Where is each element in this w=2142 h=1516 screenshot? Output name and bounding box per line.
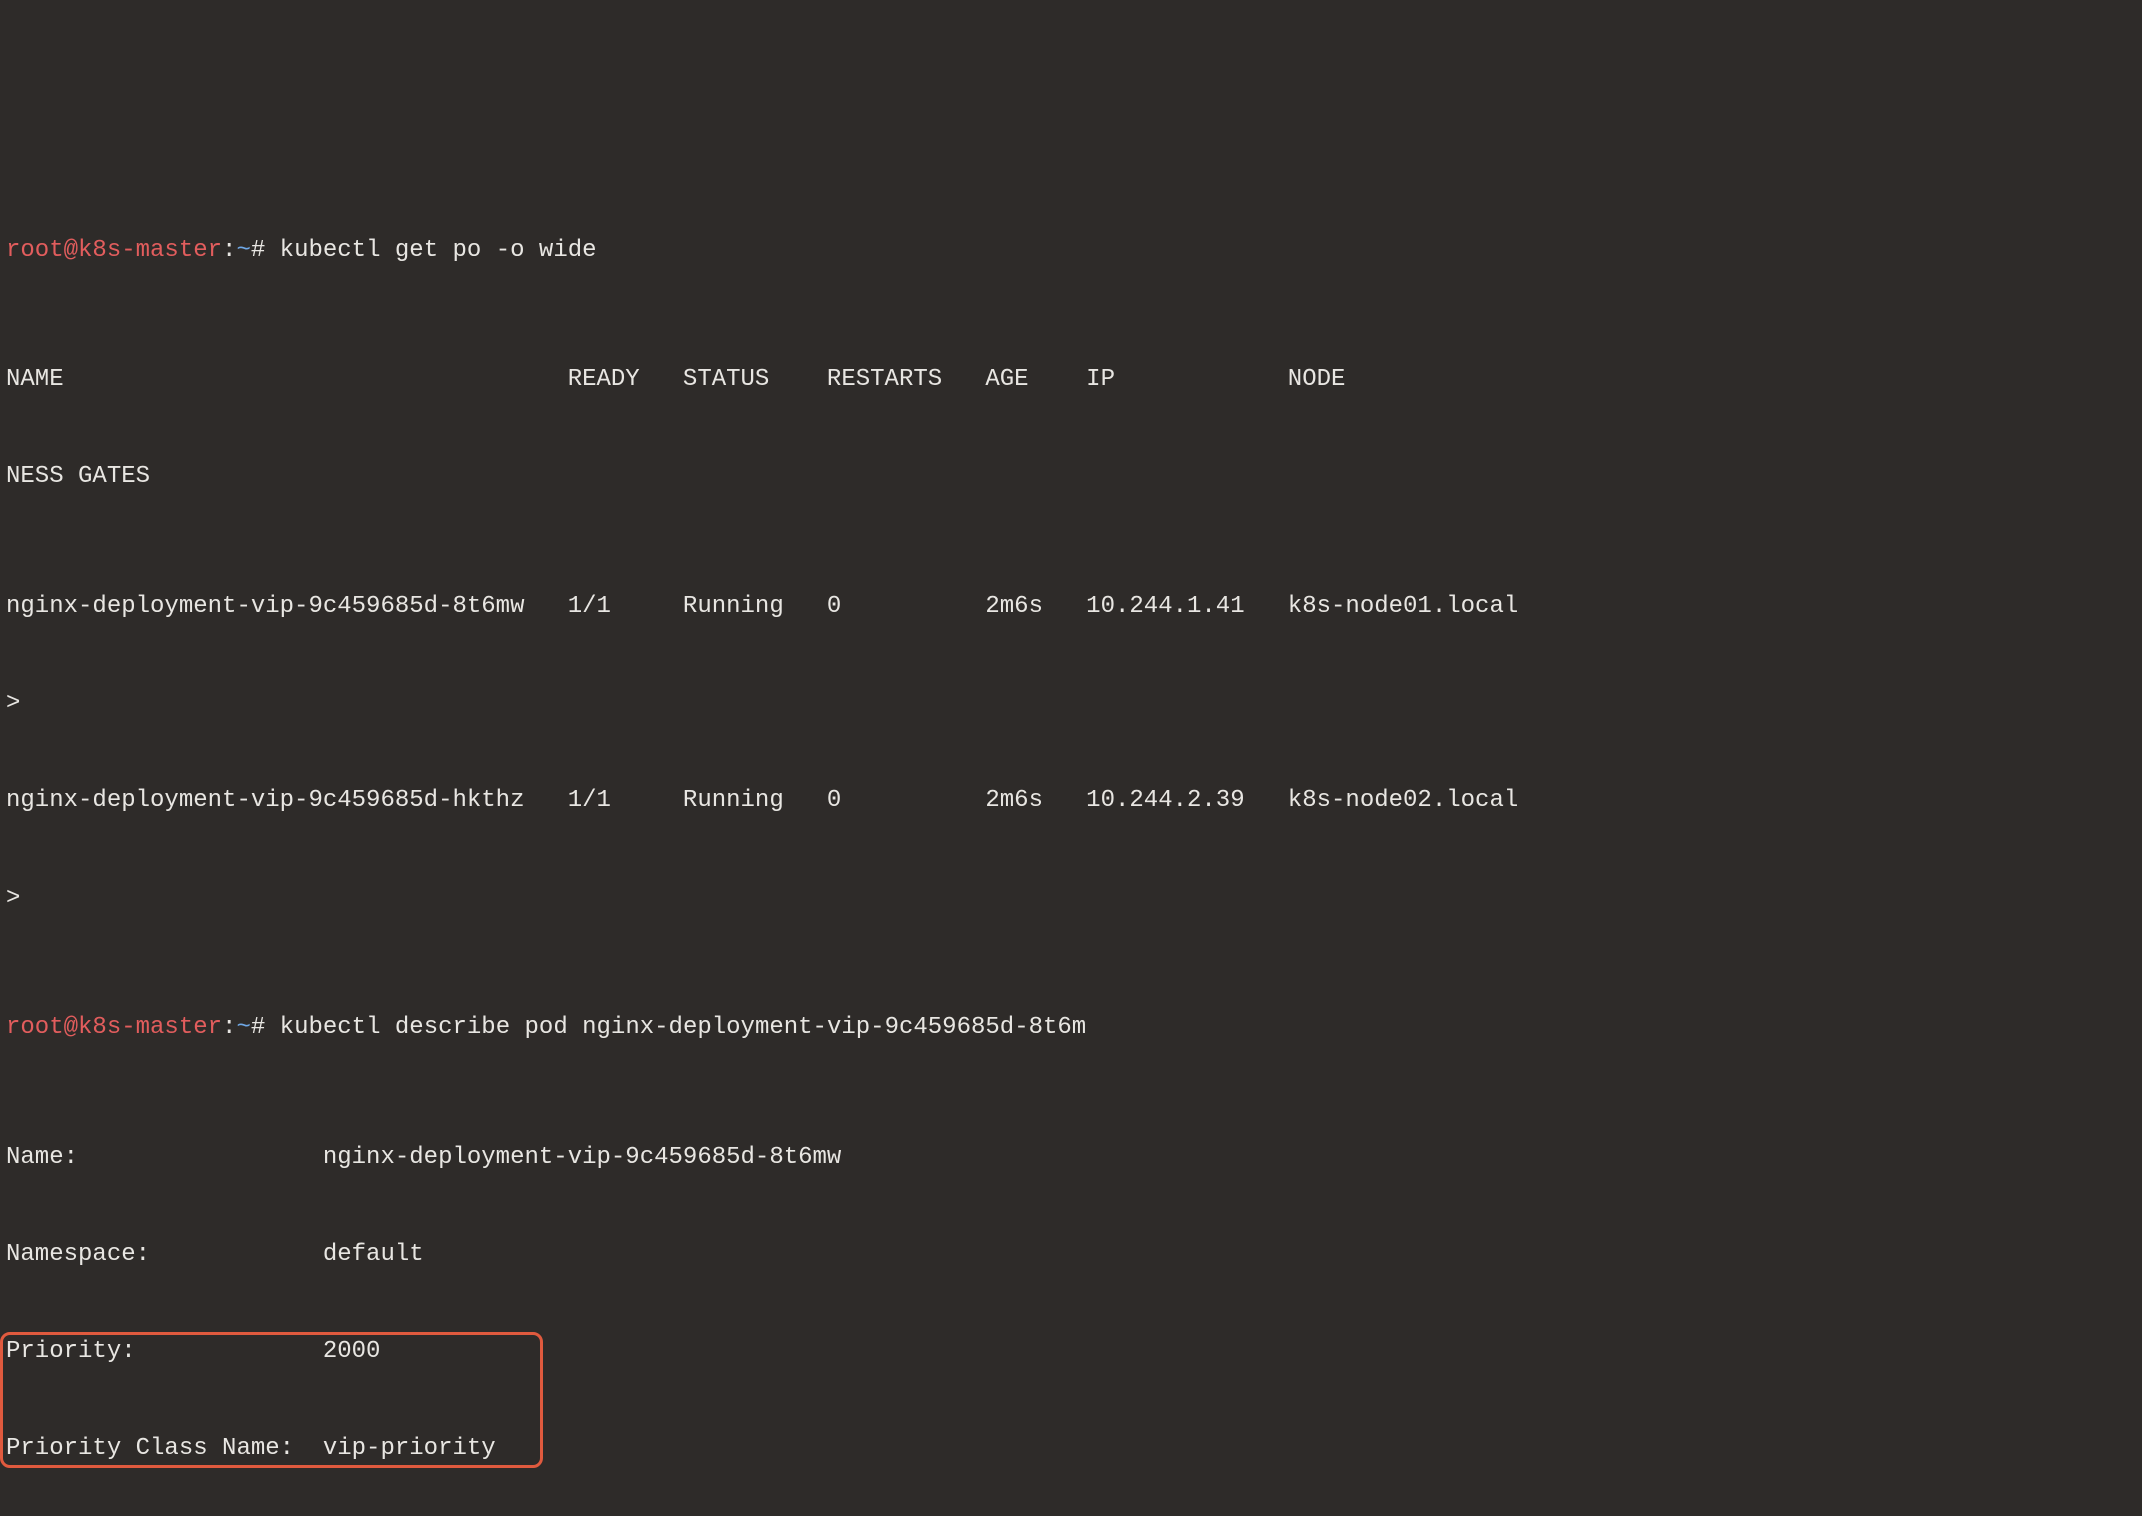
command-text: kubectl get po -o wide xyxy=(280,237,597,264)
prompt-path: ~ xyxy=(236,237,250,264)
command-text: kubectl describe pod nginx-deployment-vi… xyxy=(280,1014,1087,1041)
describe-priority: Priority: 2000 xyxy=(0,1336,2142,1368)
prompt-user: root xyxy=(6,237,64,264)
prompt-host: k8s-master xyxy=(78,237,222,264)
prompt-colon: : xyxy=(222,237,236,264)
describe-priority-class: Priority Class Name: vip-priority xyxy=(0,1433,2142,1465)
table-header-line1: NAME READY STATUS RESTARTS AGE IP NODE xyxy=(0,364,2142,396)
prompt-colon: : xyxy=(222,1014,236,1041)
table-row-wrap: > xyxy=(0,883,2142,915)
prompt-at: @ xyxy=(64,1014,78,1041)
terminal-output: root@k8s-master:~# kubectl get po -o wid… xyxy=(0,138,2142,1516)
table-row: nginx-deployment-vip-9c459685d-8t6mw 1/1… xyxy=(0,591,2142,623)
prompt-path: ~ xyxy=(236,1014,250,1041)
table-header-line2: NESS GATES xyxy=(0,461,2142,493)
prompt-at: @ xyxy=(64,237,78,264)
describe-name: Name: nginx-deployment-vip-9c459685d-8t6… xyxy=(0,1142,2142,1174)
prompt-hash: # xyxy=(251,237,280,264)
prompt-user: root xyxy=(6,1014,64,1041)
prompt-line-1: root@k8s-master:~# kubectl get po -o wid… xyxy=(0,235,2142,267)
prompt-line-2: root@k8s-master:~# kubectl describe pod … xyxy=(0,1012,2142,1044)
prompt-hash: # xyxy=(251,1014,280,1041)
table-row-wrap: > xyxy=(0,688,2142,720)
table-row: nginx-deployment-vip-9c459685d-hkthz 1/1… xyxy=(0,785,2142,817)
prompt-host: k8s-master xyxy=(78,1014,222,1041)
describe-namespace: Namespace: default xyxy=(0,1239,2142,1271)
